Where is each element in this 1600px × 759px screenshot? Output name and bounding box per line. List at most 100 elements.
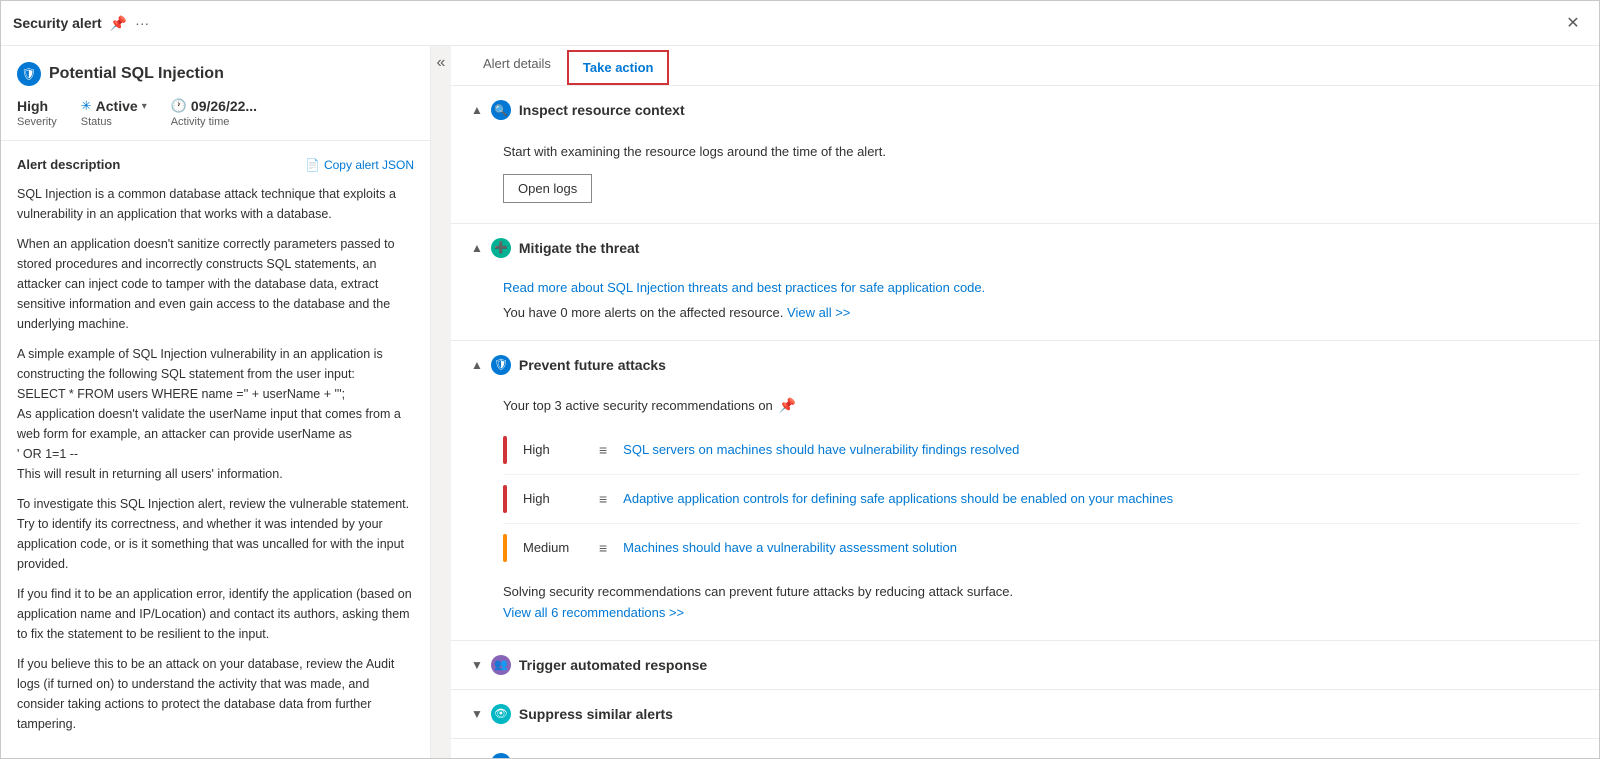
clock-icon: 🕐 [171, 98, 187, 114]
suppress-icon: 👁 [491, 704, 511, 724]
tab-take-action[interactable]: Take action [567, 50, 670, 85]
alert-header: 🛡 Potential SQL Injection High Severity … [1, 46, 430, 141]
pin-icon[interactable]: 📌 [110, 15, 127, 32]
prevent-chevron-icon: ▲ [471, 358, 483, 372]
severity-bar-high-1 [503, 436, 507, 464]
alert-meta: High Severity ✳ Active ▾ Status 🕐 [17, 98, 414, 128]
mitigate-icon: ➕ [491, 238, 511, 258]
rec-link-2[interactable]: Adaptive application controls for defini… [623, 491, 1579, 506]
status-meta: ✳ Active ▾ Status [81, 98, 171, 128]
mitigate-title: Mitigate the threat [519, 240, 640, 256]
inspect-icon: 🔍 [491, 100, 511, 120]
section-trigger: ▼ 👥 Trigger automated response [451, 641, 1599, 690]
section-suppress-header[interactable]: ▼ 👁 Suppress similar alerts [451, 690, 1599, 738]
right-panel: Alert details Take action ▲ 🔍 Inspect re… [451, 46, 1599, 758]
title-bar-left: Security alert 📌 ··· [13, 15, 1559, 32]
status-value: Active [96, 98, 138, 114]
inspect-chevron-icon: ▲ [471, 103, 483, 117]
recommendations-table: High ≡ SQL servers on machines should ha… [503, 426, 1579, 572]
severity-label-3: Medium [523, 540, 583, 555]
collapse-arrow-icon: « [437, 54, 446, 72]
collapse-handle[interactable]: « [431, 46, 451, 758]
rec-row-3: Medium ≡ Machines should have a vulnerab… [503, 524, 1579, 572]
copy-icon: 📄 [305, 158, 320, 172]
view-all-recommendations-link[interactable]: View all 6 recommendations >> [503, 605, 684, 620]
desc-para-6: If you believe this to be an attack on y… [17, 654, 414, 734]
tabs: Alert details Take action [451, 46, 1599, 86]
open-logs-button[interactable]: Open logs [503, 174, 592, 203]
title-bar: Security alert 📌 ··· ✕ [1, 1, 1599, 46]
inspect-title: Inspect resource context [519, 102, 685, 118]
severity-label-1: High [523, 442, 583, 457]
inspect-desc: Start with examining the resource logs a… [503, 142, 1579, 162]
configure-title: Configure email notification settings [519, 755, 762, 759]
alert-title-row: 🛡 Potential SQL Injection [17, 62, 414, 86]
rec-link-1[interactable]: SQL servers on machines should have vuln… [623, 442, 1579, 457]
configure-chevron-icon: ▼ [471, 756, 483, 759]
right-content: ▲ 🔍 Inspect resource context Start with … [451, 86, 1599, 758]
severity-bar-medium-3 [503, 534, 507, 562]
desc-para-1: SQL Injection is a common database attac… [17, 184, 414, 224]
section-prevent: ▲ 🛡 Prevent future attacks Your top 3 ac… [451, 341, 1599, 641]
sql-injection-link[interactable]: Read more about SQL Injection threats an… [503, 280, 985, 295]
rec-row-1: High ≡ SQL servers on machines should ha… [503, 426, 1579, 475]
rec-list-icon-3: ≡ [599, 540, 607, 556]
severity-bar-high-2 [503, 485, 507, 513]
status-spinner-icon: ✳ [81, 98, 92, 114]
alert-name: Potential SQL Injection [49, 65, 224, 83]
desc-para-2: When an application doesn't sanitize cor… [17, 234, 414, 334]
alert-description-section: Alert description 📄 Copy alert JSON SQL … [1, 141, 430, 758]
more-icon[interactable]: ··· [135, 15, 149, 31]
window-title: Security alert [13, 15, 102, 31]
rec-intro: Your top 3 active security recommendatio… [503, 397, 1579, 414]
status-chevron-icon[interactable]: ▾ [142, 101, 147, 112]
activity-time-value: 09/26/22... [191, 98, 257, 114]
suppress-chevron-icon: ▼ [471, 707, 483, 721]
status-label: Status [81, 116, 147, 128]
section-inspect-header[interactable]: ▲ 🔍 Inspect resource context [451, 86, 1599, 134]
mitigate-body: Read more about SQL Injection threats an… [451, 272, 1599, 340]
solving-text: Solving security recommendations can pre… [503, 584, 1579, 599]
desc-para-5: If you find it to be an application erro… [17, 584, 414, 644]
alerts-text: You have 0 more alerts on the affected r… [503, 305, 1579, 320]
severity-label-2: High [523, 491, 583, 506]
copy-alert-json-link[interactable]: 📄 Copy alert JSON [305, 158, 414, 172]
activity-time-meta: 🕐 09/26/22... Activity time [171, 98, 281, 128]
tab-alert-details[interactable]: Alert details [467, 46, 567, 85]
suppress-title: Suppress similar alerts [519, 706, 673, 722]
trigger-icon: 👥 [491, 655, 511, 675]
section-configure-header[interactable]: ▼ ✉ Configure email notification setting… [451, 739, 1599, 759]
severity-meta: High Severity [17, 98, 81, 128]
database-pin-icon: 📌 [779, 397, 796, 414]
rec-row-2: High ≡ Adaptive application controls for… [503, 475, 1579, 524]
alert-shield-icon: 🛡 [17, 62, 41, 86]
rec-link-3[interactable]: Machines should have a vulnerability ass… [623, 540, 1579, 555]
left-panel: 🛡 Potential SQL Injection High Severity … [1, 46, 431, 758]
configure-icon: ✉ [491, 753, 511, 759]
desc-para-4: To investigate this SQL Injection alert,… [17, 494, 414, 574]
copy-link-label: Copy alert JSON [324, 158, 414, 172]
section-prevent-header[interactable]: ▲ 🛡 Prevent future attacks [451, 341, 1599, 389]
activity-time-label: Activity time [171, 116, 257, 128]
severity-label: Severity [17, 116, 57, 128]
view-all-alerts-link[interactable]: View all >> [787, 305, 850, 320]
prevent-body: Your top 3 active security recommendatio… [451, 389, 1599, 640]
rec-intro-text: Your top 3 active security recommendatio… [503, 398, 773, 413]
section-configure: ▼ ✉ Configure email notification setting… [451, 739, 1599, 759]
desc-title: Alert description [17, 157, 120, 172]
desc-para-3: A simple example of SQL Injection vulner… [17, 344, 414, 484]
section-inspect: ▲ 🔍 Inspect resource context Start with … [451, 86, 1599, 224]
rec-list-icon-2: ≡ [599, 491, 607, 507]
section-trigger-header[interactable]: ▼ 👥 Trigger automated response [451, 641, 1599, 689]
content-area: 🛡 Potential SQL Injection High Severity … [1, 46, 1599, 758]
close-button[interactable]: ✕ [1559, 9, 1587, 37]
trigger-chevron-icon: ▼ [471, 658, 483, 672]
section-mitigate-header[interactable]: ▲ ➕ Mitigate the threat [451, 224, 1599, 272]
desc-header: Alert description 📄 Copy alert JSON [17, 157, 414, 172]
rec-list-icon-1: ≡ [599, 442, 607, 458]
description-text: SQL Injection is a common database attac… [17, 184, 414, 734]
trigger-title: Trigger automated response [519, 657, 707, 673]
section-suppress: ▼ 👁 Suppress similar alerts [451, 690, 1599, 739]
activity-time-row: 🕐 09/26/22... [171, 98, 257, 114]
section-mitigate: ▲ ➕ Mitigate the threat Read more about … [451, 224, 1599, 341]
